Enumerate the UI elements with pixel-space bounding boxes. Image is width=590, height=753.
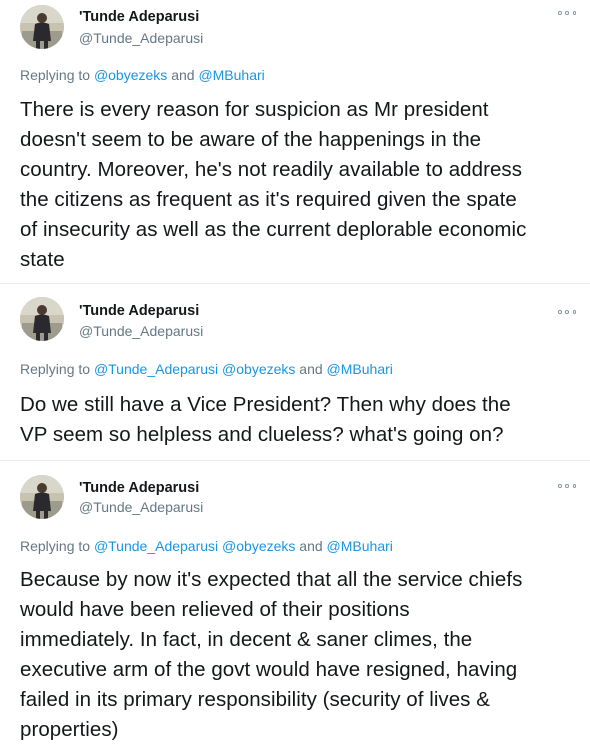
tweet-text-line: failed in its primary responsibility (se…	[20, 688, 490, 711]
tweet-text: There is every reason for suspicion as M…	[20, 95, 585, 275]
avatar-photo-icon	[20, 297, 64, 341]
replying-joiner: and	[171, 67, 195, 83]
more-options-icon[interactable]	[558, 481, 576, 491]
mention-link[interactable]: @Tunde_Adeparusi	[94, 538, 218, 554]
mention-link[interactable]: @Tunde_Adeparusi	[94, 361, 218, 377]
author-name[interactable]: 'Tunde Adeparusi	[79, 9, 199, 25]
tweet-text-line: would have been relieved of their positi…	[20, 598, 410, 621]
replying-to: Replying to @Tunde_Adeparusi @obyezeks a…	[20, 361, 393, 377]
avatar[interactable]	[20, 5, 64, 49]
avatar[interactable]	[20, 475, 64, 519]
tweet-text-line: of insecurity as well as the current dep…	[20, 218, 527, 241]
more-options-icon[interactable]	[558, 8, 576, 18]
tweet-1[interactable]: 'Tunde Adeparusi @Tunde_Adeparusi Replyi…	[0, 0, 590, 284]
mention-link[interactable]: @MBuhari	[327, 538, 393, 554]
replying-to: Replying to @Tunde_Adeparusi @obyezeks a…	[20, 538, 393, 554]
replying-joiner: and	[299, 538, 323, 554]
replying-prefix: Replying to	[20, 361, 91, 377]
tweet-text-line: executive arm of the govt would have res…	[20, 658, 518, 681]
replying-prefix: Replying to	[20, 67, 91, 83]
replying-to: Replying to @obyezeks and @MBuhari	[20, 67, 265, 83]
tweet-text-line: There is every reason for suspicion as M…	[20, 98, 489, 121]
tweet-text-line: Do we still have a Vice President? Then …	[20, 393, 511, 416]
tweet-text-line: country. Moreover, he's not readily avai…	[20, 158, 523, 181]
mention-link[interactable]: @MBuhari	[198, 67, 264, 83]
tweet-text-line: Because by now it's expected that all th…	[20, 568, 523, 591]
author-name[interactable]: 'Tunde Adeparusi	[79, 303, 199, 319]
mention-link[interactable]: @obyezeks	[94, 67, 167, 83]
tweet-text-line: the citizens as frequent as it's require…	[20, 188, 517, 211]
replying-joiner: and	[299, 361, 323, 377]
tweet-text-line: immediately. In fact, in decent & saner …	[20, 628, 473, 651]
avatar-photo-icon	[20, 475, 64, 519]
author-handle[interactable]: @Tunde_Adeparusi	[79, 499, 203, 515]
tweet-text-line: properties)	[20, 718, 119, 741]
author-name[interactable]: 'Tunde Adeparusi	[79, 480, 199, 496]
tweet-text-line: VP seem so helpless and clueless? what's…	[20, 423, 504, 446]
author-handle[interactable]: @Tunde_Adeparusi	[79, 323, 203, 339]
tweet-text-line: doesn't seem to be aware of the happenin…	[20, 128, 482, 151]
avatar[interactable]	[20, 297, 64, 341]
mention-link[interactable]: @obyezeks	[222, 538, 295, 554]
tweet-text: Because by now it's expected that all th…	[20, 565, 585, 745]
mention-link[interactable]: @MBuhari	[327, 361, 393, 377]
more-options-icon[interactable]	[558, 307, 576, 317]
tweet-2[interactable]: 'Tunde Adeparusi @Tunde_Adeparusi Replyi…	[0, 284, 590, 461]
tweet-3[interactable]: 'Tunde Adeparusi @Tunde_Adeparusi Replyi…	[0, 461, 590, 753]
tweet-text: Do we still have a Vice President? Then …	[20, 390, 585, 450]
author-handle[interactable]: @Tunde_Adeparusi	[79, 30, 203, 46]
replying-prefix: Replying to	[20, 538, 91, 554]
tweet-text-line: state	[20, 248, 65, 271]
mention-link[interactable]: @obyezeks	[222, 361, 295, 377]
avatar-photo-icon	[20, 5, 64, 49]
